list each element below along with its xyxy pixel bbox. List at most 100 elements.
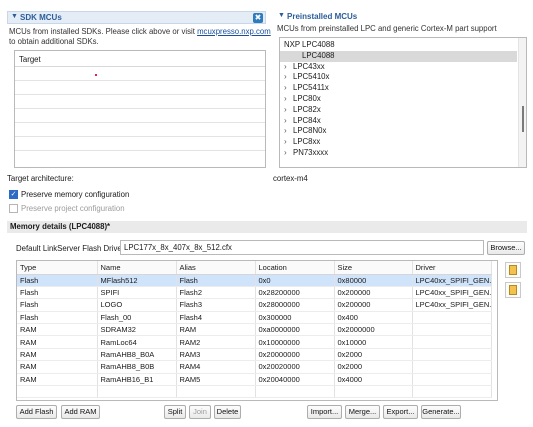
preinstalled-header[interactable]: ▼ Preinstalled MCUs	[276, 11, 526, 24]
table-cell[interactable]: RamAHB8_B0A	[97, 348, 177, 362]
tree-scrollbar-thumb[interactable]	[522, 106, 524, 132]
chevron-right-icon[interactable]: ›	[284, 72, 287, 83]
table-cell[interactable]: SPIFI	[97, 286, 177, 300]
table-cell[interactable]: LPC40xx_SPIFI_GEN...	[412, 274, 492, 287]
tree-item[interactable]: › LPC5410x	[280, 72, 517, 83]
sdk-download-icon[interactable]: ✖	[253, 13, 263, 23]
table-cell[interactable]: RAM	[17, 335, 98, 349]
column-header[interactable]: Alias	[176, 261, 256, 275]
table-cell[interactable]: Flash	[17, 298, 98, 312]
table-cell[interactable]: 0x28200000	[255, 286, 335, 300]
table-cell[interactable]: 0x10000000	[255, 335, 335, 349]
table-cell[interactable]: RAM	[17, 360, 98, 374]
table-cell[interactable]	[412, 373, 492, 387]
table-cell[interactable]: RAM5	[176, 373, 256, 387]
table-cell[interactable]: RAM4	[176, 360, 256, 374]
chevron-right-icon[interactable]: ›	[284, 94, 287, 105]
tree-item[interactable]: › LPC84x	[280, 116, 517, 127]
column-header[interactable]: Location	[255, 261, 335, 275]
column-header[interactable]: Name	[97, 261, 177, 275]
table-cell[interactable]: RAM	[17, 373, 98, 387]
tree-item[interactable]: › LPC82x	[280, 105, 517, 116]
chevron-right-icon[interactable]: ›	[284, 105, 287, 116]
column-header[interactable]: Type	[17, 261, 98, 275]
table-cell[interactable]: RamAHB8_B0B	[97, 360, 177, 374]
table-cell[interactable]: Flash	[17, 286, 98, 300]
mcuxpresso-link[interactable]: mcuxpresso.nxp.com	[197, 27, 271, 36]
table-row[interactable]: RAM RamAHB16_B1 RAM5 0x20040000 0x4000	[17, 373, 492, 387]
table-cell[interactable]: RAM	[17, 348, 98, 362]
add-ram-button[interactable]: Add RAM	[61, 405, 100, 419]
split-button[interactable]: Split	[164, 405, 186, 419]
table-cell[interactable]	[412, 323, 492, 337]
tree-item[interactable]: › LPC43xx	[280, 62, 517, 73]
table-cell[interactable]: SDRAM32	[97, 323, 177, 337]
table-cell[interactable]: 0x200000	[334, 286, 413, 300]
sdk-target-list[interactable]: Target	[14, 50, 266, 168]
chevron-right-icon[interactable]: ›	[284, 148, 287, 159]
table-cell[interactable]: Flash	[176, 274, 256, 287]
delete-button[interactable]: Delete	[214, 405, 241, 419]
table-row[interactable]: Flash LOGO Flash3 0x28000000 0x200000 LPC40xx…	[17, 298, 492, 312]
generate-button[interactable]: Generate...	[421, 405, 461, 419]
tree-item[interactable]: NXP LPC4088	[280, 40, 517, 51]
table-row[interactable]: Flash Flash_00 Flash4 0x300000 0x400	[17, 311, 492, 325]
tree-item[interactable]: › LPC8N0x	[280, 126, 517, 137]
sdk-mcus-header[interactable]: ▼ SDK MCUs ✖	[7, 11, 266, 24]
browse-button[interactable]: Browse...	[487, 241, 525, 255]
table-cell[interactable]: 0x4000	[334, 373, 413, 387]
chevron-right-icon[interactable]: ›	[284, 116, 287, 127]
preserve-memory-checkbox[interactable]: ✓	[9, 190, 18, 199]
remove-region-icon-button[interactable]	[505, 282, 521, 298]
table-cell[interactable]: 0x20000000	[255, 348, 335, 362]
collapse-triangle-icon[interactable]: ▼	[11, 13, 18, 20]
table-cell[interactable]: MFlash512	[97, 274, 177, 287]
table-cell[interactable]: 0x20020000	[255, 360, 335, 374]
table-cell[interactable]	[412, 311, 492, 325]
preserve-project-label[interactable]: Preserve project configuration	[21, 204, 125, 213]
table-cell[interactable]: 0x28000000	[255, 298, 335, 312]
table-cell[interactable]: 0x200000	[334, 298, 413, 312]
table-cell[interactable]: RAM2	[176, 335, 256, 349]
table-row[interactable]: Flash SPIFI Flash2 0x28200000 0x200000 LPC40x…	[17, 286, 492, 300]
join-button[interactable]: Join	[189, 405, 211, 419]
table-cell[interactable]: RAM3	[176, 348, 256, 362]
table-cell[interactable]: Flash	[17, 311, 98, 325]
tree-item[interactable]: › LPC5411x	[280, 83, 517, 94]
add-region-icon-button[interactable]	[505, 262, 521, 278]
table-cell[interactable]: RamAHB16_B1	[97, 373, 177, 387]
chevron-right-icon[interactable]: ›	[284, 137, 287, 148]
import-button[interactable]: Import...	[307, 405, 342, 419]
table-cell[interactable]: 0x2000	[334, 360, 413, 374]
column-header[interactable]: Driver	[412, 261, 492, 275]
tree-item[interactable]: LPC4088	[280, 50, 517, 62]
table-cell[interactable]: LPC40xx_SPIFI_GEN...	[412, 286, 492, 300]
add-flash-button[interactable]: Add Flash	[16, 405, 57, 419]
table-cell[interactable]: 0x80000	[334, 274, 413, 287]
table-row[interactable]: RAM RamAHB8_B0B RAM4 0x20020000 0x2000	[17, 360, 492, 374]
table-cell[interactable]: Flash_00	[97, 311, 177, 325]
tree-item[interactable]: › LPC80x	[280, 94, 517, 105]
table-row[interactable]: RAM RamLoc64 RAM2 0x10000000 0x10000	[17, 335, 492, 349]
table-cell[interactable]: 0x10000	[334, 335, 413, 349]
tree-item[interactable]: › LPC8xx	[280, 137, 517, 148]
flash-driver-field[interactable]: LPC177x_8x_407x_8x_512.cfx	[120, 240, 484, 255]
chevron-right-icon[interactable]: ›	[284, 83, 287, 94]
chevron-right-icon[interactable]: ›	[284, 62, 287, 73]
table-cell[interactable]: LOGO	[97, 298, 177, 312]
tree-scrollbar[interactable]	[518, 38, 526, 167]
table-row[interactable]: RAM SDRAM32 RAM 0xa0000000 0x2000000	[17, 323, 492, 337]
table-cell[interactable]: LPC40xx_SPIFI_GEN...	[412, 298, 492, 312]
table-cell[interactable]: 0x300000	[255, 311, 335, 325]
memory-table[interactable]: Type Name Alias Location Size Driver Flash MFl…	[16, 260, 498, 401]
table-cell[interactable]: Flash3	[176, 298, 256, 312]
table-cell[interactable]	[412, 348, 492, 362]
tree-item[interactable]: › PN73xxxx	[280, 148, 517, 159]
table-cell[interactable]: 0x2000000	[334, 323, 413, 337]
table-cell[interactable]	[412, 335, 492, 349]
collapse-triangle-icon[interactable]: ▼	[278, 12, 285, 19]
merge-button[interactable]: Merge...	[345, 405, 380, 419]
table-cell[interactable]: Flash	[17, 274, 98, 287]
table-cell[interactable]: 0xa0000000	[255, 323, 335, 337]
table-cell[interactable]: 0x20040000	[255, 373, 335, 387]
